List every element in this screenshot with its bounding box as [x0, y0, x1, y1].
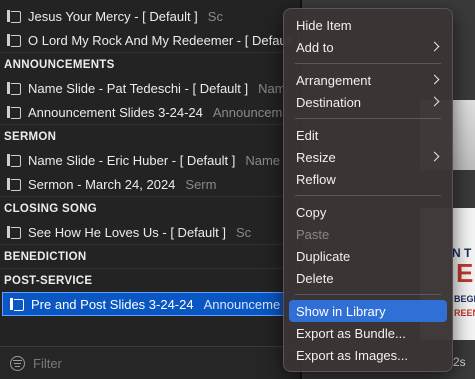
header-label: CLOSING SONG [4, 202, 98, 215]
header-label: POST-SERVICE [4, 274, 93, 287]
menu-item-label: Add to [296, 39, 334, 55]
presentation-icon [6, 178, 22, 191]
menu-item-destination[interactable]: Destination [289, 91, 447, 113]
item-title: Jesus Your Mercy - [ Default ] [28, 8, 198, 24]
menu-item-export-as-bundle[interactable]: Export as Bundle... [289, 322, 447, 344]
menu-item-label: Reflow [296, 171, 336, 187]
item-title: Announcement Slides 3-24-24 [28, 104, 203, 120]
menu-item-label: Show in Library [296, 303, 386, 319]
presentation-icon [6, 226, 22, 239]
item-arrangement: Announcem [212, 104, 283, 120]
playlist-header[interactable]: ANNOUNCEMENTS [0, 52, 300, 76]
menu-item-label: Resize [296, 149, 336, 165]
presentation-icon [6, 10, 22, 23]
menu-item-hide-item[interactable]: Hide Item [289, 14, 447, 36]
menu-item-copy[interactable]: Copy [289, 201, 447, 223]
menu-item-label: Arrangement [296, 72, 372, 88]
filter-icon[interactable] [10, 355, 25, 371]
menu-item-edit[interactable]: Edit [289, 124, 447, 146]
menu-item-resize[interactable]: Resize [289, 146, 447, 168]
menu-item-delete[interactable]: Delete [289, 267, 447, 289]
menu-item-paste: Paste [289, 223, 447, 245]
playlist-header[interactable]: BENEDICTION [0, 244, 300, 268]
presentation-icon [6, 34, 22, 47]
menu-item-label: Export as Bundle... [296, 325, 406, 341]
chevron-right-icon [429, 74, 440, 85]
playlist-header[interactable]: CLOSING SONG [0, 196, 300, 220]
playlist-item-selected[interactable]: Pre and Post Slides 3-24-24 Announceme [2, 292, 294, 316]
filter-bar [0, 346, 300, 379]
playlist-item[interactable]: Announcement Slides 3-24-24 Announcem [0, 100, 300, 124]
playlist-item[interactable]: Sermon - March 24, 2024 Serm [0, 172, 300, 196]
header-label: BENEDICTION [4, 250, 87, 263]
chevron-right-icon [429, 41, 440, 52]
item-arrangement: Name [245, 152, 281, 168]
menu-item-label: Hide Item [296, 17, 352, 33]
menu-item-label: Paste [296, 226, 330, 242]
context-menu: Hide Item Add to Arrangement Destination Edi… [283, 8, 453, 372]
header-label: SERMON [4, 130, 57, 143]
menu-item-label: Export as Images... [296, 347, 408, 363]
chevron-right-icon [429, 96, 440, 107]
thumbnail-text: REEN [454, 308, 475, 318]
playlist-item[interactable]: O Lord My Rock And My Redeemer - [ Defau… [0, 28, 300, 52]
playlist-item[interactable]: Name Slide - Eric Huber - [ Default ] Nam… [0, 148, 300, 172]
playlist-header[interactable]: SERMON [0, 124, 300, 148]
filter-input[interactable] [33, 355, 233, 371]
menu-item-label: Destination [296, 94, 362, 110]
item-title: Name Slide - Pat Tedeschi - [ Default ] [28, 80, 249, 96]
item-arrangement: Nam [258, 80, 286, 96]
item-arrangement: Announceme [203, 296, 281, 312]
thumbnail-text: BEGI [454, 294, 475, 304]
playlist-item[interactable]: Jesus Your Mercy - [ Default ] Sc [0, 4, 300, 28]
item-arrangement: Serm [185, 176, 217, 192]
playlist-header[interactable]: POST-SERVICE [0, 268, 300, 292]
menu-item-label: Edit [296, 127, 319, 143]
header-label: ANNOUNCEMENTS [4, 58, 115, 71]
playlist-item[interactable]: Name Slide - Pat Tedeschi - [ Default ] N… [0, 76, 300, 100]
item-arrangement: Sc [207, 8, 223, 24]
menu-item-arrangement[interactable]: Arrangement [289, 69, 447, 91]
menu-item-show-in-library[interactable]: Show in Library [289, 300, 447, 322]
item-title: Name Slide - Eric Huber - [ Default ] [28, 152, 236, 168]
menu-item-export-as-images[interactable]: Export as Images... [289, 344, 447, 366]
item-arrangement: Sc [235, 224, 252, 240]
menu-item-reflow[interactable]: Reflow [289, 168, 447, 190]
item-title: O Lord My Rock And My Redeemer - [ Defau… [28, 32, 300, 48]
menu-item-label: Delete [296, 270, 334, 286]
menu-separator [295, 195, 441, 196]
item-title: Pre and Post Slides 3-24-24 [31, 296, 194, 312]
menu-separator [295, 63, 441, 64]
menu-separator [295, 294, 441, 295]
presentation-icon [9, 298, 25, 311]
presentation-icon [6, 154, 22, 167]
presentation-icon [6, 82, 22, 95]
menu-separator [295, 118, 441, 119]
playlist-panel: Jesus Your Mercy - [ Default ] Sc O Lord M… [0, 0, 300, 379]
item-title: See How He Loves Us - [ Default ] [28, 224, 226, 240]
menu-item-label: Copy [296, 204, 327, 220]
presentation-icon [6, 106, 22, 119]
menu-item-add-to[interactable]: Add to [289, 36, 447, 58]
playlist-item[interactable]: See How He Loves Us - [ Default ] Sc [0, 220, 300, 244]
item-title: Sermon - March 24, 2024 [28, 176, 176, 192]
menu-item-label: Duplicate [296, 248, 351, 264]
thumbnail-text: E [456, 258, 474, 288]
chevron-right-icon [429, 151, 440, 162]
menu-item-duplicate[interactable]: Duplicate [289, 245, 447, 267]
duration-label: 2s [453, 355, 466, 369]
